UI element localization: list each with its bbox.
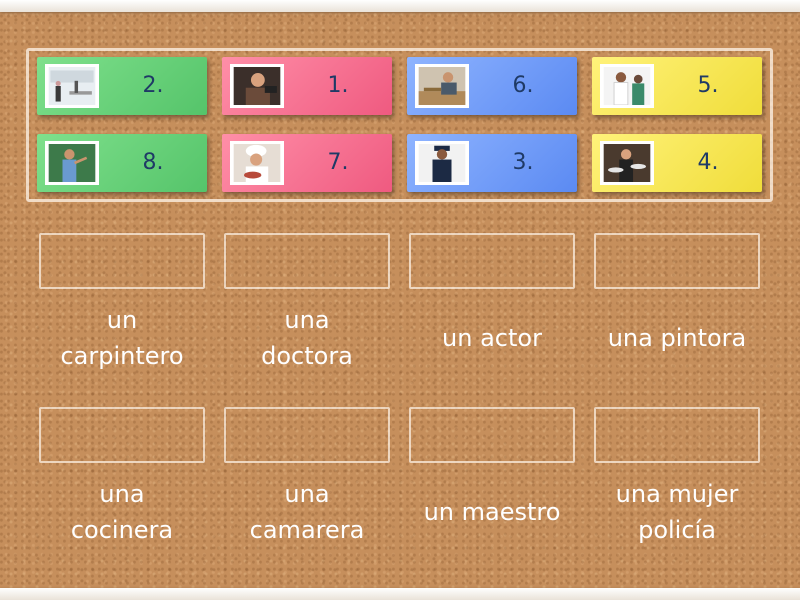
draggable-card-3[interactable]: 6. bbox=[407, 57, 577, 115]
card-number: 7. bbox=[327, 150, 349, 175]
board-frame-top bbox=[0, 0, 800, 12]
answer-label: un actor bbox=[442, 324, 542, 352]
school-classroom-photo bbox=[45, 64, 99, 108]
card-number: 5. bbox=[697, 73, 719, 98]
answer-label: una cocinera bbox=[70, 480, 174, 544]
doctor-photo bbox=[600, 64, 654, 108]
answer-label: una pintora bbox=[607, 324, 747, 352]
draggable-card-4[interactable]: 5. bbox=[592, 57, 762, 115]
answer-label: un maestro bbox=[423, 498, 561, 526]
draggable-card-1[interactable]: 2. bbox=[37, 57, 207, 115]
drop-slot-6[interactable] bbox=[224, 407, 390, 463]
board-frame-bottom bbox=[0, 588, 800, 600]
teacher-photo bbox=[45, 141, 99, 185]
drop-slot-5[interactable] bbox=[39, 407, 205, 463]
drop-slot-4[interactable] bbox=[594, 233, 760, 289]
card-number: 1. bbox=[327, 73, 349, 98]
drop-slot-7[interactable] bbox=[409, 407, 575, 463]
draggable-card-8[interactable]: 4. bbox=[592, 134, 762, 192]
card-number: 3. bbox=[512, 150, 534, 175]
drop-slot-8[interactable] bbox=[594, 407, 760, 463]
drop-slot-3[interactable] bbox=[409, 233, 575, 289]
chef-photo bbox=[230, 141, 284, 185]
card-number: 2. bbox=[142, 73, 164, 98]
draggable-card-7[interactable]: 3. bbox=[407, 134, 577, 192]
drop-slot-1[interactable] bbox=[39, 233, 205, 289]
card-number: 4. bbox=[697, 150, 719, 175]
answer-label: una camarera bbox=[249, 480, 365, 544]
draggable-card-5[interactable]: 8. bbox=[37, 134, 207, 192]
answer-label: un carpintero bbox=[60, 306, 184, 370]
draggable-card-2[interactable]: 1. bbox=[222, 57, 392, 115]
draggable-card-6[interactable]: 7. bbox=[222, 134, 392, 192]
drop-slot-2[interactable] bbox=[224, 233, 390, 289]
waitress-photo bbox=[600, 141, 654, 185]
card-number: 8. bbox=[142, 150, 164, 175]
actor-photo bbox=[230, 64, 284, 108]
carpenter-photo bbox=[415, 64, 469, 108]
card-number: 6. bbox=[512, 73, 534, 98]
answer-label: una doctora bbox=[261, 306, 353, 370]
answer-label: una mujer policía bbox=[615, 480, 739, 544]
police-officer-photo bbox=[415, 141, 469, 185]
